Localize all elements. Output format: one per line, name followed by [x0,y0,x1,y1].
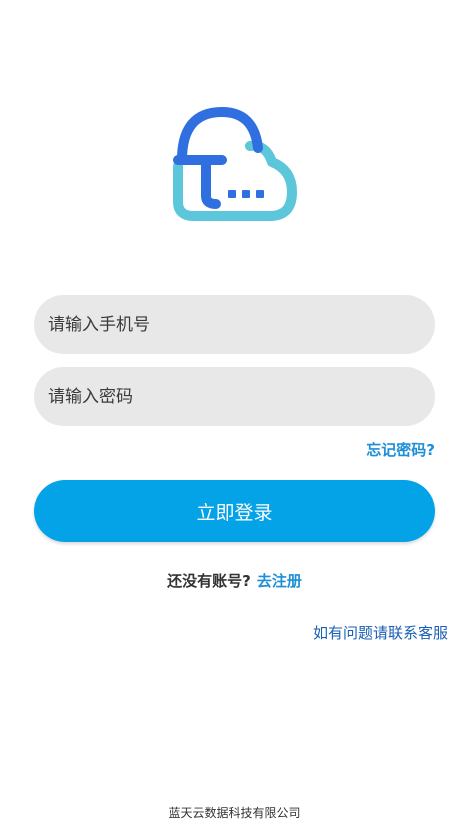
login-button[interactable]: 立即登录 [34,480,435,542]
footer-company-name: 蓝天云数据科技有限公司 [168,806,301,820]
register-row: 还没有账号? 去注册 [0,570,469,591]
app-logo [170,104,298,226]
register-link[interactable]: 去注册 [257,572,302,590]
contact-support-link[interactable]: 如有问题请联系客服 [313,622,448,643]
forgot-password-link[interactable]: 忘记密码? [366,439,435,460]
password-input[interactable] [34,367,435,426]
cloud-chat-icon [173,106,297,221]
phone-input[interactable] [34,295,435,354]
register-prompt: 还没有账号? [167,572,251,590]
